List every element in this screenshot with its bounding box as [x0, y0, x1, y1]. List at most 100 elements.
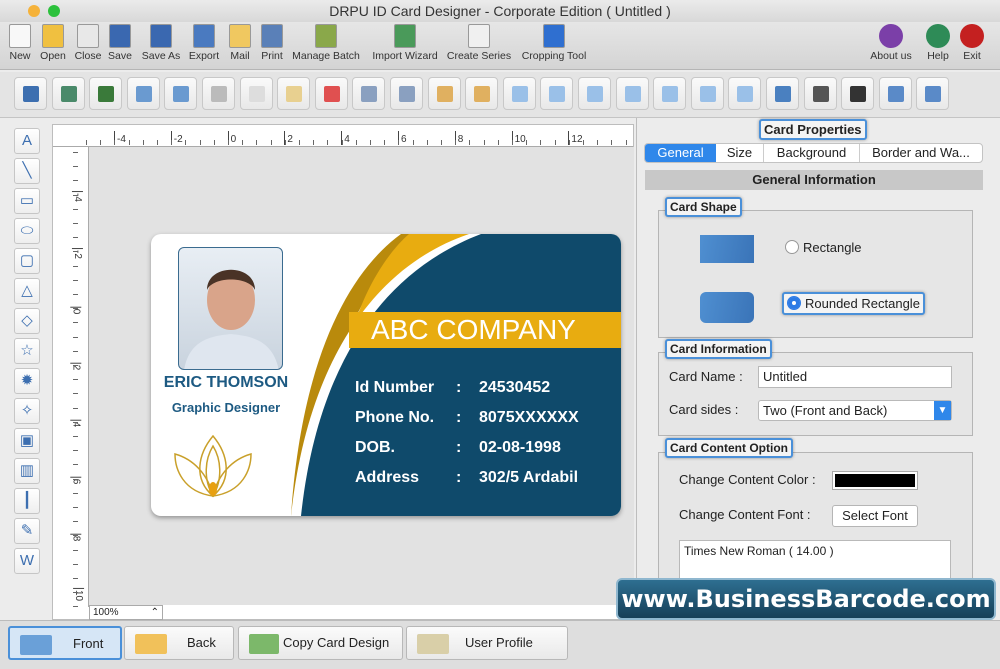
- library-tool[interactable]: ▥: [14, 458, 40, 484]
- manage-batch-button[interactable]: Manage Batch: [290, 24, 362, 62]
- actual-size-button[interactable]: [841, 77, 875, 110]
- move-right-button[interactable]: [540, 77, 574, 110]
- page-view-button[interactable]: [803, 77, 837, 110]
- radio-rounded-rectangle[interactable]: [787, 296, 801, 310]
- center-button[interactable]: [653, 77, 687, 110]
- triangle-tool[interactable]: △: [14, 278, 40, 304]
- profile-photo[interactable]: [178, 247, 283, 370]
- align-horizontal-button[interactable]: [690, 77, 724, 110]
- select-font-button[interactable]: Select Font: [832, 505, 918, 527]
- insert-image-button[interactable]: [51, 77, 85, 110]
- move-left-button[interactable]: [502, 77, 536, 110]
- mail-button[interactable]: Mail: [228, 24, 252, 62]
- chevron-down-icon: ▼: [934, 401, 951, 420]
- delete-icon: [323, 86, 340, 102]
- print-button[interactable]: Print: [258, 24, 286, 62]
- text-icon: A: [21, 132, 32, 149]
- import-wizard-button[interactable]: Import Wizard: [368, 24, 442, 62]
- bring-front-button[interactable]: [352, 77, 386, 110]
- about-us-button[interactable]: About us: [870, 24, 912, 62]
- exit-button[interactable]: Exit: [958, 24, 986, 62]
- create-series-button[interactable]: Create Series: [445, 24, 513, 62]
- rounded-rectangle-option[interactable]: Rounded Rectangle: [782, 292, 925, 315]
- ruler-minor-tick: [73, 152, 78, 153]
- zoom-select[interactable]: 100% ⌃: [89, 605, 163, 620]
- lock-button[interactable]: [427, 77, 461, 110]
- ruler-minor-tick: [256, 140, 258, 145]
- image-tool[interactable]: ▣: [14, 428, 40, 454]
- tab-border-watermark[interactable]: Border and Wa...: [860, 144, 982, 162]
- zoom-out-button[interactable]: [916, 77, 950, 110]
- card-sides-select[interactable]: Two (Front and Back) ▼: [758, 400, 952, 421]
- text-tool[interactable]: A: [14, 128, 40, 154]
- card-name-input[interactable]: Untitled: [758, 366, 952, 388]
- tab-size[interactable]: Size: [716, 144, 764, 162]
- burst-tool[interactable]: ✹: [14, 368, 40, 394]
- unlock-button[interactable]: [465, 77, 499, 110]
- rectangle-shape-preview[interactable]: [700, 235, 754, 263]
- align-vertical-button[interactable]: [728, 77, 762, 110]
- copy-icon: [248, 86, 265, 102]
- barcode-tool[interactable]: ┃: [14, 488, 40, 514]
- content-color-swatch[interactable]: [832, 471, 918, 490]
- zoom-in-button[interactable]: [878, 77, 912, 110]
- tab-background[interactable]: Background: [764, 144, 860, 162]
- id-card-front[interactable]: ABC COMPANY ERIC THOMSON Graphic Designe…: [151, 234, 621, 516]
- copy-card-design-button[interactable]: Copy Card Design: [238, 626, 403, 660]
- cropping-tool-button[interactable]: Cropping Tool: [518, 24, 590, 62]
- ruler-tick: -4: [114, 131, 126, 145]
- help-button[interactable]: Help: [924, 24, 952, 62]
- line-tool[interactable]: ╲: [14, 158, 40, 184]
- redo-button[interactable]: [164, 77, 198, 110]
- properties-button[interactable]: [14, 77, 47, 110]
- rectangle-tool[interactable]: ▭: [14, 188, 40, 214]
- save-button[interactable]: Save: [106, 24, 134, 62]
- move-down-button[interactable]: [615, 77, 649, 110]
- paste-button[interactable]: [277, 77, 311, 110]
- minimize-window-button[interactable]: [28, 5, 40, 17]
- grid-button[interactable]: [766, 77, 799, 110]
- watermark-tool[interactable]: W: [14, 548, 40, 574]
- ruler-minor-tick: [568, 140, 570, 145]
- delete-button[interactable]: [314, 77, 348, 110]
- ruler-minor-tick: [73, 322, 78, 324]
- rounded-shape-preview[interactable]: [700, 292, 754, 323]
- star-tool[interactable]: ☆: [14, 338, 40, 364]
- radio-rectangle[interactable]: [785, 240, 799, 254]
- card-workspace[interactable]: ABC COMPANY ERIC THOMSON Graphic Designe…: [89, 147, 634, 605]
- ruler-tick: 12: [568, 131, 583, 145]
- rounded-rectangle-tool[interactable]: ▢: [14, 248, 40, 274]
- close-label: Close: [74, 50, 102, 62]
- zoom-window-button[interactable]: [48, 5, 60, 17]
- export-image-button[interactable]: [89, 77, 123, 110]
- cross-star-tool[interactable]: ✧: [14, 398, 40, 424]
- move-up-button[interactable]: [578, 77, 611, 110]
- cut-button[interactable]: [202, 77, 235, 110]
- tab-general[interactable]: General: [645, 144, 716, 162]
- signature-tool[interactable]: ✎: [14, 518, 40, 544]
- align-horizontal-icon: [699, 86, 716, 102]
- field-value: 8075XXXXXX: [479, 409, 579, 426]
- barcode-icon: ┃: [22, 492, 32, 509]
- new-button[interactable]: New: [8, 24, 32, 62]
- back-button[interactable]: Back: [124, 626, 234, 660]
- design-canvas: -4 -2 0 2 4 6 8 10 12 -4 -2 0 2 4 6 8 10 ABC COMPANY ER…: [52, 124, 634, 620]
- properties-tabs: General Size Background Border and Wa...: [644, 143, 983, 163]
- export-button[interactable]: Export: [186, 24, 222, 62]
- copy-button[interactable]: [239, 77, 273, 110]
- user-profile-button[interactable]: User Profile: [406, 626, 568, 660]
- field-separator: :: [456, 409, 462, 426]
- ruler-minor-tick: [540, 140, 542, 145]
- front-button[interactable]: Front: [8, 626, 122, 660]
- undo-button[interactable]: [126, 77, 160, 110]
- close-button[interactable]: Close: [72, 24, 104, 62]
- diamond-tool[interactable]: ◇: [14, 308, 40, 334]
- person-photo-icon: [184, 269, 279, 369]
- card-shape-title: Card Shape: [665, 197, 742, 217]
- open-button[interactable]: Open: [38, 24, 68, 62]
- import-wizard-icon: [394, 24, 416, 48]
- send-back-button[interactable]: [390, 77, 423, 110]
- ellipse-tool[interactable]: ⬭: [14, 218, 40, 244]
- rectangle-option[interactable]: Rectangle: [785, 240, 862, 255]
- save-as-button[interactable]: Save As: [139, 24, 183, 62]
